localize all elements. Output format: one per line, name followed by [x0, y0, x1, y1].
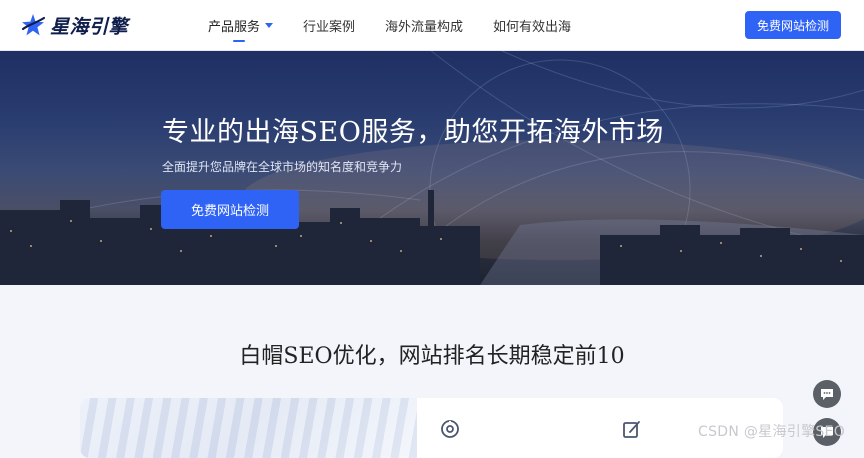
watermark: CSDN @星海引擎SEO	[698, 424, 846, 440]
hero-title: 专业的出海SEO服务，助您开拓海外市场	[162, 117, 664, 148]
section-title: 白帽SEO优化，网站排名长期稳定前10	[239, 344, 625, 369]
nav-item-go-global[interactable]: 如何有效出海	[493, 0, 571, 50]
city-night-background	[0, 50, 864, 285]
top-navigation-bar: 星海引擎 产品服务 行业案例 海外流量构成 如何有效出海 免费网站检测	[0, 0, 864, 50]
edit-document-icon	[623, 421, 640, 438]
nav-item-label: 海外流量构成	[385, 19, 464, 35]
hero-subtitle: 全面提升您品牌在全球市场的知名度和竞争力	[162, 160, 403, 174]
nav-item-cases[interactable]: 行业案例	[303, 0, 355, 50]
nav-item-label: 如何有效出海	[493, 19, 572, 35]
chat-icon	[821, 389, 833, 400]
chat-button[interactable]	[813, 380, 841, 408]
nav-item-label: 产品服务	[208, 19, 261, 35]
hero-banner: 专业的出海SEO服务，助您开拓海外市场 全面提升您品牌在全球市场的知名度和竞争力…	[0, 50, 864, 285]
nav-item-traffic[interactable]: 海外流量构成	[385, 0, 463, 50]
feature-card	[80, 398, 783, 458]
hero-free-site-check-button[interactable]: 免费网站检测	[161, 190, 299, 229]
target-ring-icon	[441, 420, 459, 438]
star-logo-icon	[21, 14, 46, 36]
nav-item-label: 行业案例	[303, 19, 356, 35]
brand-name: 星海引擎	[50, 15, 129, 38]
active-indicator	[233, 40, 245, 42]
brand-logo[interactable]: 星海引擎	[20, 12, 128, 38]
free-site-check-button[interactable]: 免费网站检测	[745, 11, 841, 39]
main-nav: 产品服务 行业案例 海外流量构成 如何有效出海	[208, 0, 601, 50]
feature-image	[80, 398, 417, 458]
nav-item-products[interactable]: 产品服务	[208, 0, 274, 50]
caret-down-icon	[265, 22, 274, 28]
